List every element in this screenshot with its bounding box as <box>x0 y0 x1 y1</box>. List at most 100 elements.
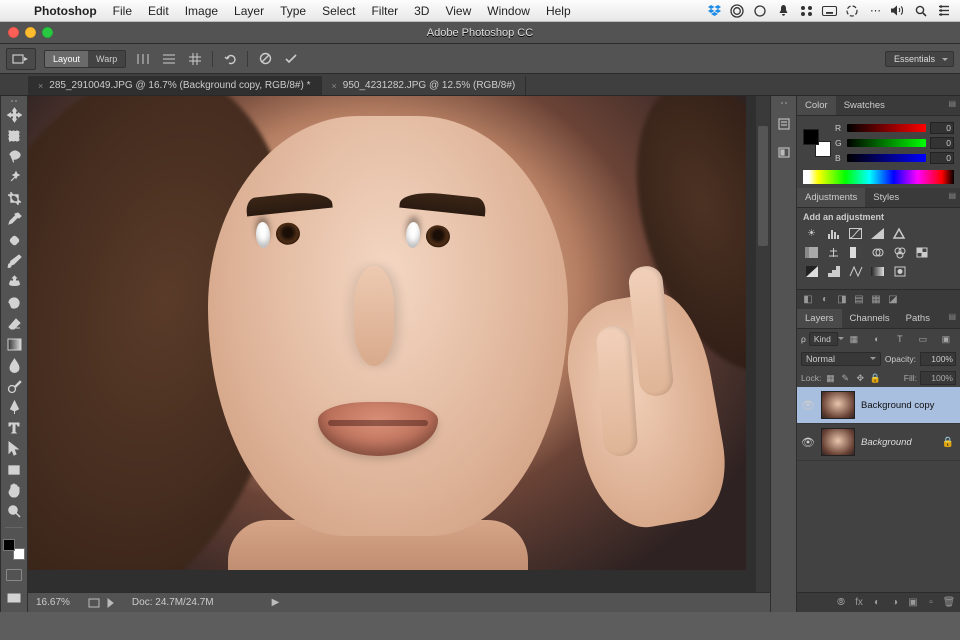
rectangle-tool[interactable] <box>2 460 26 480</box>
notifications-icon[interactable] <box>775 4 791 18</box>
layer-mask-icon[interactable]: ◐ <box>870 596 884 610</box>
photo-filter-icon[interactable] <box>869 245 886 260</box>
visibility-toggle-icon[interactable]: 👁 <box>801 436 815 449</box>
move-tool[interactable] <box>2 105 26 125</box>
gradient-map-icon[interactable] <box>869 264 886 279</box>
curves-icon[interactable] <box>847 226 864 241</box>
color-lookup-icon[interactable] <box>913 245 930 260</box>
tab-layers[interactable]: Layers <box>797 309 842 328</box>
screen-mode-switch[interactable] <box>2 588 26 608</box>
grid-icon[interactable] <box>186 50 204 68</box>
filter-shape-icon[interactable]: ▭ <box>916 332 930 346</box>
document-tab[interactable]: × 285_2910049.JPG @ 16.7% (Background co… <box>28 76 322 95</box>
b-value[interactable]: 0 <box>930 152 954 164</box>
magic-wand-tool[interactable] <box>2 168 26 188</box>
notification-center-icon[interactable] <box>936 4 952 18</box>
undo-icon[interactable] <box>221 50 239 68</box>
tab-color[interactable]: Color <box>797 96 836 115</box>
quick-mask-toggle[interactable] <box>6 569 22 581</box>
menu-filter[interactable]: Filter <box>363 4 406 18</box>
color-balance-icon[interactable] <box>825 245 842 260</box>
panel-grip[interactable] <box>11 100 17 102</box>
menu-3d[interactable]: 3D <box>406 4 437 18</box>
tab-adjustments[interactable]: Adjustments <box>797 188 865 207</box>
delete-layer-icon[interactable]: 🗑 <box>942 596 956 610</box>
filter-adjustment-icon[interactable]: ◐ <box>870 332 884 346</box>
app-menu[interactable]: Photoshop <box>26 4 105 18</box>
filter-type-icon[interactable]: T <box>893 332 907 346</box>
dodge-tool[interactable] <box>2 376 26 396</box>
invert-icon[interactable] <box>803 264 820 279</box>
transform-mode-switch[interactable]: Layout Warp <box>44 50 126 68</box>
keyboard-icon[interactable] <box>821 4 837 18</box>
history-panel-icon[interactable] <box>776 116 792 132</box>
lock-transparency-icon[interactable]: ▦ <box>824 372 836 384</box>
foreground-background-colors[interactable] <box>3 539 25 561</box>
layer-thumbnail[interactable] <box>821 391 855 419</box>
cloud-sync-icon[interactable] <box>844 4 860 18</box>
lock-pixels-icon[interactable]: ✎ <box>839 372 851 384</box>
preset-icon[interactable]: ◐ <box>818 293 832 307</box>
filter-kind-dropdown[interactable]: Kind <box>809 332 838 346</box>
menu-view[interactable]: View <box>437 4 479 18</box>
hue-sat-icon[interactable] <box>803 245 820 260</box>
filter-smart-icon[interactable]: ▣ <box>939 332 953 346</box>
zoom-level[interactable]: 16.67% <box>36 597 70 608</box>
close-tab-icon[interactable]: × <box>332 81 337 91</box>
properties-panel-icon[interactable] <box>776 144 792 160</box>
new-adjustment-icon[interactable]: ◑ <box>888 596 902 610</box>
fill-value[interactable]: 100% <box>920 371 956 385</box>
status-disclosure-icon[interactable]: ▶ <box>272 597 280 608</box>
opacity-value[interactable]: 100% <box>920 352 956 366</box>
lock-all-icon[interactable]: 🔒 <box>869 372 881 384</box>
eyedropper-tool[interactable] <box>2 209 26 229</box>
layer-row[interactable]: 👁 Background copy <box>797 387 960 424</box>
layer-style-icon[interactable]: fx <box>852 596 866 610</box>
commit-icon[interactable] <box>282 50 300 68</box>
tool-preset-picker[interactable] <box>6 48 36 70</box>
canvas[interactable] <box>28 96 770 592</box>
g-value[interactable]: 0 <box>930 137 954 149</box>
link-layers-icon[interactable]: ⦾ <box>834 596 848 610</box>
cc-icon[interactable] <box>729 4 745 18</box>
zoom-tool[interactable] <box>2 502 26 522</box>
preset-icon[interactable]: ▤ <box>852 293 866 307</box>
align-vertical-icon[interactable] <box>134 50 152 68</box>
layer-thumbnail[interactable] <box>821 428 855 456</box>
preset-icon[interactable]: ◪ <box>886 293 900 307</box>
brightness-contrast-icon[interactable]: ☀ <box>803 226 820 241</box>
exposure-icon[interactable] <box>869 226 886 241</box>
doc-size[interactable]: Doc: 24.7M/24.7M <box>132 597 214 608</box>
clone-stamp-tool[interactable] <box>2 272 26 292</box>
util-icon[interactable] <box>798 4 814 18</box>
align-horizontal-icon[interactable] <box>160 50 178 68</box>
healing-brush-tool[interactable] <box>2 230 26 250</box>
menu-edit[interactable]: Edit <box>140 4 177 18</box>
hand-tool[interactable] <box>2 481 26 501</box>
menu-select[interactable]: Select <box>314 4 363 18</box>
status-nav-icon[interactable] <box>88 598 114 608</box>
document-tab[interactable]: × 950_4231282.JPG @ 12.5% (RGB/8#) <box>322 76 527 95</box>
filter-pixel-icon[interactable]: ▦ <box>847 332 861 346</box>
gradient-tool[interactable] <box>2 335 26 355</box>
preset-icon[interactable]: ◨ <box>835 293 849 307</box>
close-tab-icon[interactable]: × <box>38 81 43 91</box>
marquee-tool[interactable] <box>2 126 26 146</box>
tab-paths[interactable]: Paths <box>898 309 938 328</box>
r-slider[interactable] <box>847 124 926 132</box>
spotlight-icon[interactable] <box>913 4 929 18</box>
layer-name[interactable]: Background <box>861 437 912 448</box>
lasso-tool[interactable] <box>2 147 26 167</box>
sync-status-icon[interactable] <box>752 4 768 18</box>
workspace-switcher[interactable]: Essentials <box>885 51 954 67</box>
mode-layout[interactable]: Layout <box>45 51 88 67</box>
blend-mode-dropdown[interactable]: Normal <box>801 352 881 366</box>
menu-type[interactable]: Type <box>272 4 314 18</box>
crop-tool[interactable] <box>2 189 26 209</box>
tab-channels[interactable]: Channels <box>842 309 898 328</box>
layer-name[interactable]: Background copy <box>861 400 934 411</box>
new-group-icon[interactable]: ▣ <box>906 596 920 610</box>
path-selection-tool[interactable] <box>2 439 26 459</box>
history-brush-tool[interactable] <box>2 293 26 313</box>
vertical-scrollbar[interactable] <box>756 96 770 592</box>
